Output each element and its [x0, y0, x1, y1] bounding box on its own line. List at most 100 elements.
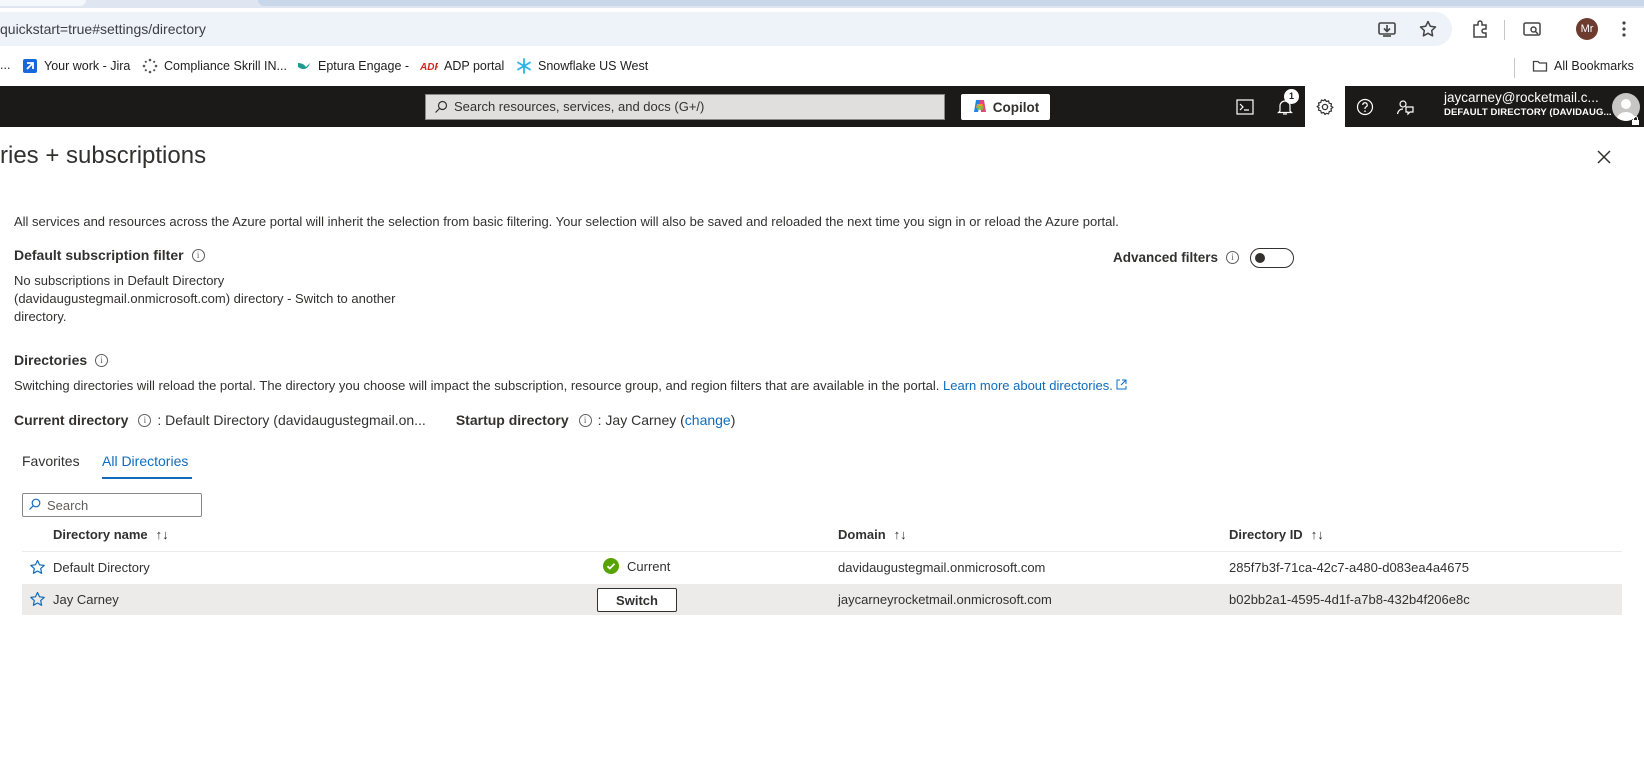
change-startup-link[interactable]: change	[685, 412, 731, 428]
current-status: Current	[603, 558, 670, 574]
bookmark-snowflake[interactable]: Snowflake US West	[516, 58, 648, 74]
switch-directory-button[interactable]: Switch	[597, 588, 677, 612]
snowflake-icon	[516, 58, 532, 74]
active-tab-indicator	[102, 477, 192, 479]
account-menu[interactable]: jaycarney@rocketmail.c... DEFAULT DIRECT…	[1444, 90, 1612, 118]
bookmark-compliance[interactable]: Compliance Skrill IN...	[142, 58, 287, 74]
external-link-icon	[1116, 379, 1127, 390]
table-row[interactable]: Jay Carney Switch jaycarneyrocketmail.on…	[22, 584, 1622, 615]
favorite-star-icon[interactable]	[29, 559, 46, 576]
all-bookmarks-label: All Bookmarks	[1554, 59, 1634, 73]
directory-name: Default Directory	[53, 560, 150, 575]
account-email: jaycarney@rocketmail.c...	[1444, 90, 1599, 105]
extensions-icon[interactable]	[1470, 19, 1490, 39]
advanced-filters-toggle[interactable]	[1250, 248, 1294, 268]
global-search-input[interactable]: Search resources, services, and docs (G+…	[425, 94, 945, 120]
tab-favorites[interactable]: Favorites	[22, 453, 80, 469]
bookmark-jira[interactable]: Your work - Jira	[22, 58, 130, 74]
azure-header: Search resources, services, and docs (G+…	[0, 86, 1644, 127]
sort-icon[interactable]: ↑↓	[156, 527, 169, 542]
browser-toolbar: quickstart=true#settings/directory Mr	[0, 8, 1644, 50]
install-app-icon[interactable]	[1377, 19, 1397, 39]
startup-directory-label: Startup directory	[455, 412, 569, 428]
check-circle-icon	[603, 558, 619, 574]
help-icon[interactable]	[1345, 86, 1385, 127]
settings-gear-icon[interactable]	[1305, 86, 1345, 127]
bookmarks-divider	[1514, 58, 1515, 78]
directories-description: Switching directories will reload the po…	[14, 378, 1127, 393]
bookmark-eptura[interactable]: Eptura Engage -	[296, 58, 409, 74]
column-header-id[interactable]: Directory ID ↑↓	[1229, 527, 1324, 542]
all-bookmarks[interactable]: All Bookmarks	[1532, 58, 1634, 74]
browser-tab[interactable]	[258, 0, 1644, 6]
current-directory-value: : Default Directory (davidaugustegmail.o…	[157, 412, 426, 428]
default-filter-label: Default subscription filter	[14, 247, 184, 263]
column-header-domain[interactable]: Domain ↑↓	[838, 527, 907, 542]
no-subscriptions-message: No subscriptions in Default Directory (d…	[14, 272, 404, 326]
directories-desc-text: Switching directories will reload the po…	[14, 378, 940, 393]
eptura-icon	[296, 58, 312, 74]
directory-domain: davidaugustegmail.onmicrosoft.com	[838, 560, 1046, 575]
bookmark-star-icon[interactable]	[1418, 19, 1438, 39]
search-placeholder: Search resources, services, and docs (G+…	[454, 99, 705, 114]
bookmark-label: Eptura Engage -	[318, 59, 410, 73]
lock-icon	[1631, 112, 1640, 125]
address-bar[interactable]: quickstart=true#settings/directory	[0, 12, 1452, 46]
directory-search[interactable]	[22, 493, 202, 517]
directories-heading: Directories i	[14, 352, 109, 368]
status-label: Current	[627, 558, 671, 574]
intro-text: All services and resources across the Az…	[14, 214, 1119, 229]
tab-search-icon[interactable]	[1522, 19, 1542, 39]
info-icon[interactable]: i	[578, 413, 592, 427]
column-header-name[interactable]: Directory name ↑↓	[53, 527, 169, 542]
feedback-icon[interactable]	[1385, 86, 1425, 127]
table-row[interactable]: Default Directory Current davidaugustegm…	[22, 552, 1622, 583]
current-directory-row: Current directory i : Default Directory …	[14, 412, 735, 428]
directory-search-input[interactable]	[45, 496, 195, 514]
bookmark-label: ...	[0, 58, 11, 72]
info-icon[interactable]: i	[191, 248, 205, 262]
browser-tab[interactable]	[0, 0, 86, 6]
copilot-icon	[972, 98, 988, 117]
browser-tabstrip	[0, 0, 1644, 8]
compliance-icon	[142, 58, 158, 74]
advanced-filters-label: Advanced filters	[1113, 250, 1219, 265]
learn-more-link[interactable]: Learn more about directories.	[943, 378, 1127, 393]
info-icon[interactable]: i	[95, 353, 109, 367]
bookmark-adp[interactable]: ADP ADP portal	[419, 58, 505, 74]
directory-name: Jay Carney	[53, 592, 119, 607]
browser-menu-icon[interactable]	[1614, 19, 1634, 39]
close-icon[interactable]	[1594, 147, 1614, 167]
info-icon[interactable]: i	[1226, 251, 1240, 264]
column-label: Domain	[838, 527, 886, 542]
tab-all-directories[interactable]: All Directories	[102, 453, 188, 469]
column-label: Directory ID	[1229, 527, 1303, 542]
startup-directory-name: : Jay Carney (	[597, 412, 685, 428]
bookmark-label: Your work - Jira	[44, 59, 131, 73]
bookmark-label: Snowflake US West	[538, 59, 649, 73]
advanced-filters-heading: Advanced filters i	[1113, 250, 1240, 265]
favorite-star-icon[interactable]	[29, 591, 46, 608]
bookmark-label: Compliance Skrill IN...	[164, 59, 287, 73]
column-label: Directory name	[53, 527, 148, 542]
sort-icon[interactable]: ↑↓	[1311, 527, 1324, 542]
bookmarks-bar: ... Your work - Jira Compliance Skrill I…	[0, 50, 1644, 86]
bookmark-item[interactable]: ...	[0, 58, 10, 72]
default-filter-heading: Default subscription filter i	[14, 247, 205, 263]
profile-avatar[interactable]: Mr	[1576, 18, 1598, 40]
bookmark-label: ADP portal	[444, 59, 505, 73]
address-url[interactable]: quickstart=true#settings/directory	[0, 21, 206, 37]
search-icon	[434, 100, 448, 119]
page-title: ries + subscriptions	[0, 142, 207, 169]
startup-paren: )	[730, 412, 736, 428]
directory-id: 285f7b3f-71ca-42c7-a480-d083ea4a4675	[1229, 560, 1469, 575]
account-directory: DEFAULT DIRECTORY (DAVIDAUG...	[1444, 107, 1612, 118]
learn-more-label: Learn more about directories.	[943, 378, 1113, 393]
info-icon[interactable]: i	[138, 413, 152, 427]
sort-icon[interactable]: ↑↓	[894, 527, 907, 542]
jira-icon	[22, 58, 38, 74]
startup-directory-value: : Jay Carney (change)	[598, 412, 736, 428]
copilot-button[interactable]: Copilot	[961, 94, 1050, 120]
directory-domain: jaycarneyrocketmail.onmicrosoft.com	[838, 592, 1052, 607]
cloud-shell-icon[interactable]	[1225, 86, 1265, 127]
